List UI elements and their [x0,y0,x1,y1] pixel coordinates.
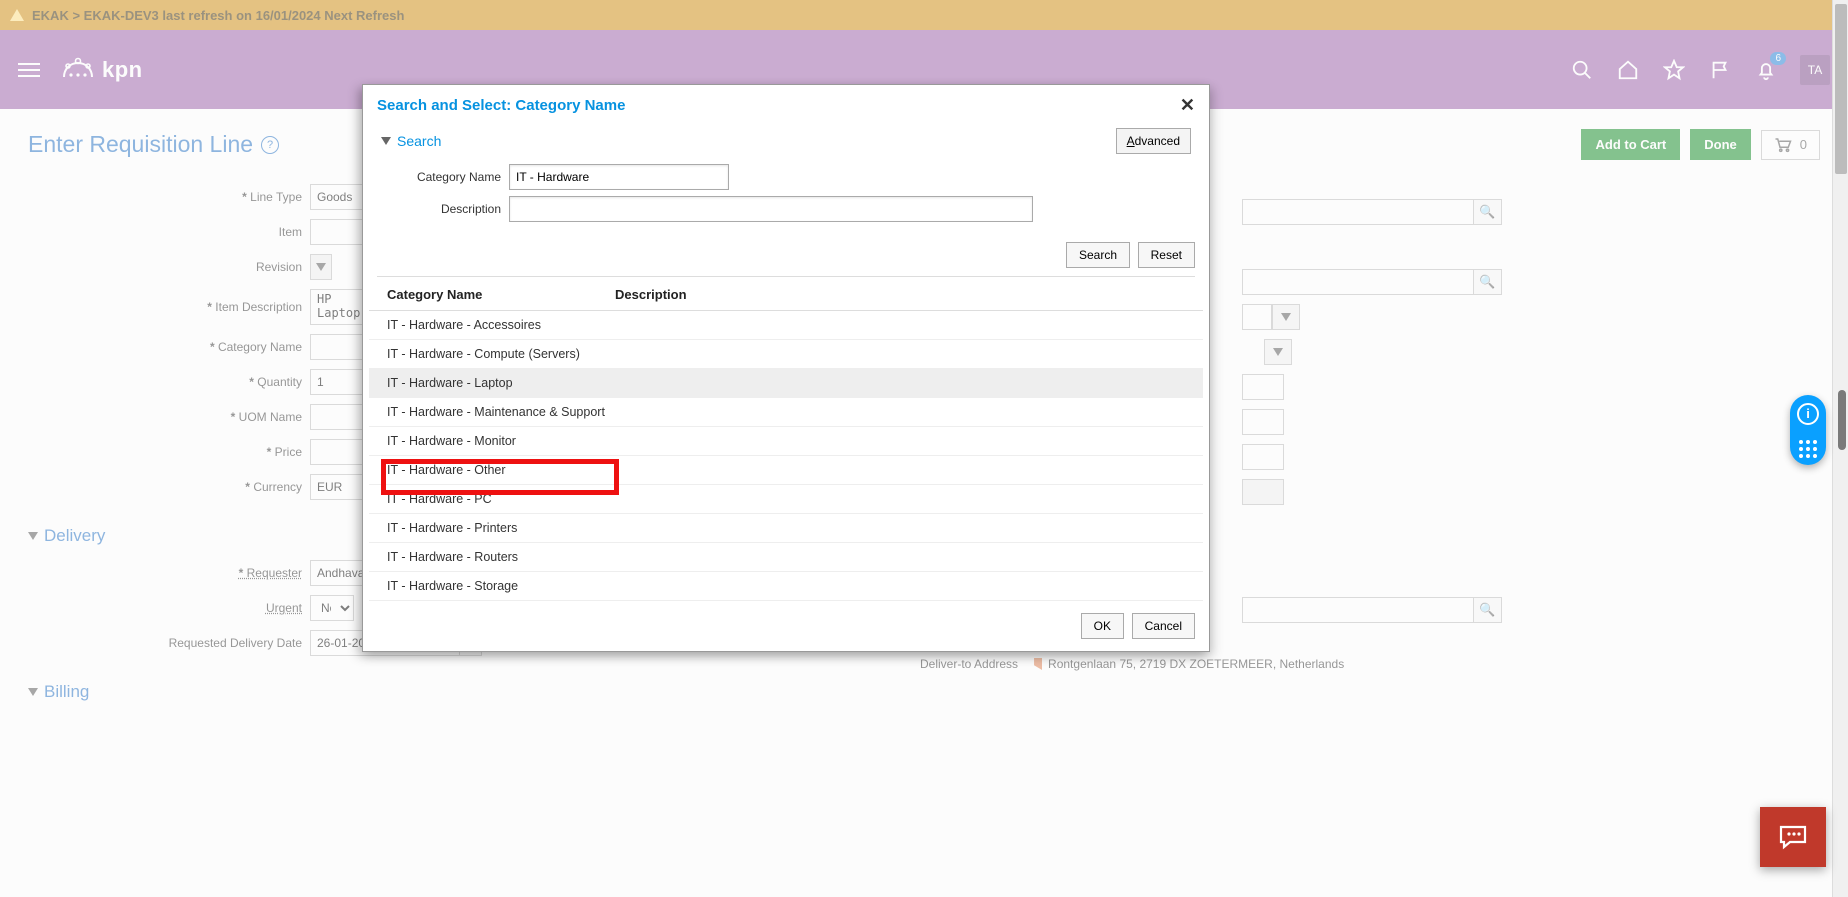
search-button[interactable]: Search [1066,242,1130,268]
chat-fab[interactable] [1760,807,1826,867]
result-cat: IT - Hardware - Compute (Servers) [387,347,615,361]
result-cat: IT - Hardware - Printers [387,521,615,535]
chat-icon [1778,824,1808,850]
filter-label-description: Description [381,202,509,216]
cancel-button[interactable]: Cancel [1132,613,1195,639]
results-grid: IT - Hardware - Accessoires IT - Hardware… [369,311,1203,601]
result-row[interactable]: IT - Hardware - Accessoires [369,311,1203,340]
result-cat: IT - Hardware - Laptop [387,376,615,390]
ok-button[interactable]: OK [1081,613,1124,639]
result-cat: IT - Hardware - Storage [387,579,615,593]
filter-category-input[interactable] [509,164,729,190]
result-row[interactable]: IT - Hardware - Routers [369,543,1203,572]
result-cat: IT - Hardware - PC [387,492,615,506]
result-row[interactable]: IT - Hardware - PC [369,485,1203,514]
search-section-label[interactable]: Search [397,133,441,149]
reset-button[interactable]: Reset [1138,242,1195,268]
result-row[interactable]: IT - Hardware - Maintenance & Support [369,398,1203,427]
result-cat: IT - Hardware - Accessoires [387,318,615,332]
search-select-dialog: Search and Select: Category Name ✕ Searc… [362,84,1210,652]
col-category: Category Name [387,287,615,302]
col-description: Description [615,287,687,302]
keypad-icon [1799,440,1817,458]
result-cat: IT - Hardware - Other [387,463,615,477]
info-icon: i [1797,403,1819,425]
close-icon[interactable]: ✕ [1180,95,1195,116]
result-row[interactable]: IT - Hardware - Compute (Servers) [369,340,1203,369]
filter-description-input[interactable] [509,196,1033,222]
result-row[interactable]: IT - Hardware - Other [369,456,1203,485]
result-cat: IT - Hardware - Monitor [387,434,615,448]
inner-scroll-thumb[interactable] [1838,390,1846,450]
result-row[interactable]: IT - Hardware - Printers [369,514,1203,543]
result-cat: IT - Hardware - Maintenance & Support [387,405,615,419]
advanced-button[interactable]: Advanced [1116,128,1191,154]
help-fab[interactable]: i [1790,395,1826,465]
result-row[interactable]: IT - Hardware - Monitor [369,427,1203,456]
results-header: Category Name Description [369,277,1203,311]
filter-label-category: Category Name [381,170,509,184]
result-row[interactable]: IT - Hardware - Laptop [369,369,1203,398]
dialog-title: Search and Select: Category Name [377,97,625,114]
result-row[interactable]: IT - Hardware - Storage [369,572,1203,601]
scrollbar-thumb[interactable] [1835,4,1847,174]
result-cat: IT - Hardware - Routers [387,550,615,564]
